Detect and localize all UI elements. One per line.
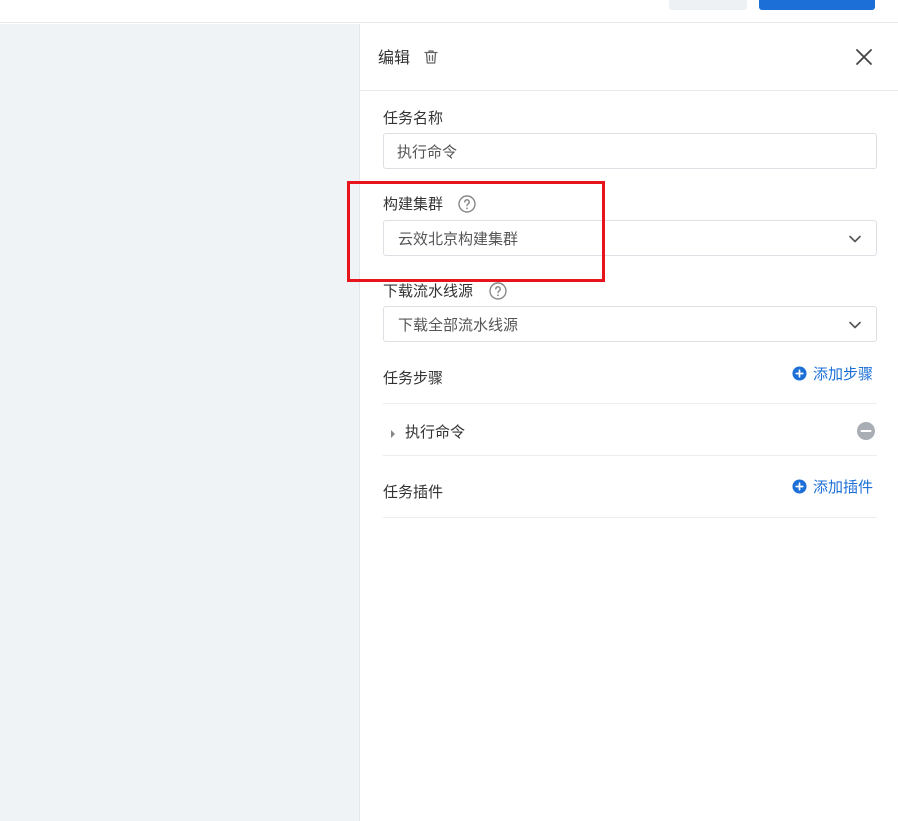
build-cluster-label: 构建集群 (383, 195, 444, 213)
build-cluster-select[interactable]: 云效北京构建集群 (383, 220, 877, 256)
drawer-header: 编辑 (360, 24, 898, 91)
task-plugins-label: 任务插件 (383, 483, 444, 501)
plus-circle-icon (792, 479, 807, 494)
step-name[interactable]: 执行命令 (405, 422, 465, 442)
list-item[interactable]: 执行命令 (383, 420, 877, 450)
minus-circle-icon[interactable] (856, 421, 876, 441)
app-window: 编辑 任务名称 构建集群 云效北京构建集群 下载流水线源 (0, 0, 898, 821)
edit-drawer: 编辑 任务名称 构建集群 云效北京构建集群 下载流水线源 (359, 24, 898, 821)
help-icon[interactable] (457, 194, 477, 214)
task-steps-label: 任务步骤 (383, 369, 444, 387)
build-cluster-value: 云效北京构建集群 (398, 230, 519, 248)
drawer-title: 编辑 (378, 48, 411, 67)
toolbar-primary-button[interactable] (759, 0, 875, 10)
download-source-label: 下载流水线源 (383, 282, 474, 300)
caret-right-icon[interactable] (389, 428, 397, 440)
add-step-button[interactable]: 添加步骤 (792, 364, 873, 384)
chevron-down-icon (849, 321, 861, 329)
divider (383, 517, 877, 518)
trash-icon[interactable] (422, 48, 440, 66)
top-toolbar (0, 0, 898, 23)
chevron-down-icon (849, 235, 861, 243)
add-plugin-button[interactable]: 添加插件 (792, 477, 873, 497)
divider (383, 455, 877, 456)
pipeline-canvas (0, 24, 359, 821)
divider (383, 403, 877, 404)
add-step-label: 添加步骤 (813, 365, 874, 383)
download-source-select[interactable]: 下载全部流水线源 (383, 306, 877, 342)
toolbar-secondary-button[interactable] (669, 0, 747, 10)
task-name-label: 任务名称 (383, 109, 444, 127)
help-icon[interactable] (488, 281, 508, 301)
download-source-value: 下载全部流水线源 (398, 316, 519, 334)
close-icon[interactable] (854, 47, 874, 67)
task-name-input[interactable] (383, 133, 877, 169)
plus-circle-icon (792, 366, 807, 381)
add-plugin-label: 添加插件 (813, 478, 874, 496)
